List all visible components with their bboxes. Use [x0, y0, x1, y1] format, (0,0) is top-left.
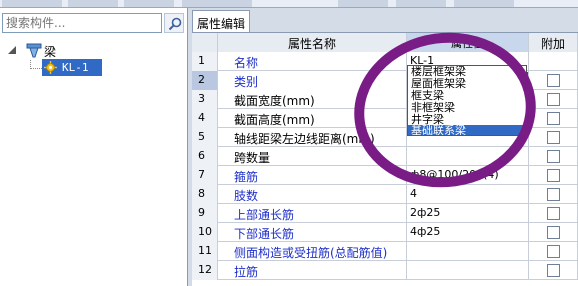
table-row[interactable]: 10 下部通长筋 4ф25	[192, 223, 578, 242]
property-name: 跨数量	[218, 147, 407, 166]
property-name: 肢数	[218, 185, 407, 204]
add-checkbox[interactable]	[547, 226, 560, 239]
property-name: 箍筋	[218, 166, 407, 185]
property-name: 下部通长筋	[218, 223, 407, 242]
table-row[interactable]: 6 跨数量	[192, 147, 578, 166]
add-checkbox[interactable]	[547, 93, 560, 106]
property-name: 名称	[218, 52, 407, 71]
property-name: 截面高度(mm)	[218, 109, 407, 128]
add-cell	[529, 147, 578, 166]
row-number: 3	[192, 90, 218, 109]
search-button[interactable]	[164, 13, 184, 33]
add-cell	[529, 71, 578, 90]
row-number: 9	[192, 204, 218, 223]
search-box[interactable]	[2, 13, 162, 33]
add-cell	[529, 261, 578, 280]
add-cell	[529, 204, 578, 223]
beam-folder-icon	[26, 43, 42, 58]
toolbar-button[interactable]	[454, 0, 514, 7]
toolbar-button[interactable]	[396, 0, 446, 7]
toolbar-strip	[0, 0, 578, 8]
tree-node-kl1[interactable]: KL-1	[42, 59, 102, 76]
property-value[interactable]	[407, 261, 529, 280]
add-cell	[529, 109, 578, 128]
add-checkbox[interactable]	[547, 150, 560, 163]
property-name: 轴线距梁左边线距离(mm)	[218, 128, 407, 147]
table-row[interactable]: 7 箍筋 ф8@100/200(4)	[192, 166, 578, 185]
property-name: 拉筋	[218, 261, 407, 280]
toolbar-button[interactable]	[182, 0, 252, 7]
add-checkbox[interactable]	[547, 207, 560, 220]
table-row[interactable]: 8 肢数 4	[192, 185, 578, 204]
search-input[interactable]	[3, 14, 161, 32]
row-number: 2	[192, 71, 218, 90]
tree-node-label: KL-1	[62, 61, 89, 74]
row-number: 10	[192, 223, 218, 242]
table-row[interactable]: 9 上部通长筋 2ф25	[192, 204, 578, 223]
row-number: 6	[192, 147, 218, 166]
header-value: 属性值	[407, 33, 529, 52]
row-number: 12	[192, 261, 218, 280]
header-name: 属性名称	[218, 33, 407, 52]
tree-node-beam[interactable]: 梁	[8, 42, 128, 59]
toolbar-button[interactable]	[2, 0, 62, 7]
row-number: 7	[192, 166, 218, 185]
grid-header: 属性名称 属性值 附加	[192, 33, 578, 52]
property-value-text: 4	[410, 187, 417, 200]
collapse-triangle-icon[interactable]	[8, 46, 17, 55]
add-cell	[529, 90, 578, 109]
toolbar-button[interactable]	[124, 0, 174, 7]
search-icon	[168, 17, 182, 31]
property-name: 类别	[218, 71, 407, 90]
row-number: 1	[192, 52, 218, 71]
gear-icon	[44, 61, 57, 74]
add-checkbox[interactable]	[547, 188, 560, 201]
property-value[interactable]: 2ф25	[407, 204, 529, 223]
tab-property-edit[interactable]: 属性编辑	[192, 10, 250, 32]
property-value[interactable]: 4ф25	[407, 223, 529, 242]
property-value[interactable]	[407, 147, 529, 166]
category-dropdown-list[interactable]: 楼层框架梁 屋面框架梁 框支梁 非框架梁 井字梁 基础联系梁	[407, 65, 527, 136]
property-name: 上部通长筋	[218, 204, 407, 223]
component-tree-panel: 梁 KL-1	[0, 8, 188, 286]
property-value-text: ф8@100/200(4)	[410, 168, 499, 181]
property-value-text: 4ф25	[410, 225, 441, 238]
toolbar-button[interactable]	[338, 0, 388, 7]
property-value[interactable]: ф8@100/200(4)	[407, 166, 529, 185]
property-name: 侧面构造或受扭筋(总配筋值)	[218, 242, 407, 261]
property-value[interactable]	[407, 242, 529, 261]
property-panel: 属性编辑 属性名称 属性值 附加 1名称KL-12类别基础联系梁3截面宽度(mm…	[190, 8, 578, 286]
add-checkbox[interactable]	[547, 74, 560, 87]
toolbar-button[interactable]	[68, 0, 118, 7]
property-value-text: 2ф25	[410, 206, 441, 219]
add-cell	[529, 242, 578, 261]
add-checkbox[interactable]	[547, 169, 560, 182]
table-row[interactable]: 11 侧面构造或受扭筋(总配筋值)	[192, 242, 578, 261]
add-checkbox[interactable]	[547, 112, 560, 125]
header-number	[192, 33, 218, 52]
add-checkbox[interactable]	[547, 245, 560, 258]
dropdown-option[interactable]: 基础联系梁	[408, 125, 526, 135]
tree-node-label: 梁	[44, 45, 57, 59]
add-cell	[529, 52, 578, 71]
row-number: 8	[192, 185, 218, 204]
property-name: 截面宽度(mm)	[218, 90, 407, 109]
header-add: 附加	[529, 33, 578, 52]
add-cell	[529, 166, 578, 185]
row-number: 4	[192, 109, 218, 128]
add-checkbox[interactable]	[547, 131, 560, 144]
row-number: 11	[192, 242, 218, 261]
add-cell	[529, 128, 578, 147]
add-cell	[529, 223, 578, 242]
tree-connector	[30, 68, 42, 69]
table-row[interactable]: 12 拉筋	[192, 261, 578, 280]
row-number: 5	[192, 128, 218, 147]
add-checkbox[interactable]	[547, 264, 560, 277]
property-value[interactable]: 4	[407, 185, 529, 204]
add-cell	[529, 185, 578, 204]
